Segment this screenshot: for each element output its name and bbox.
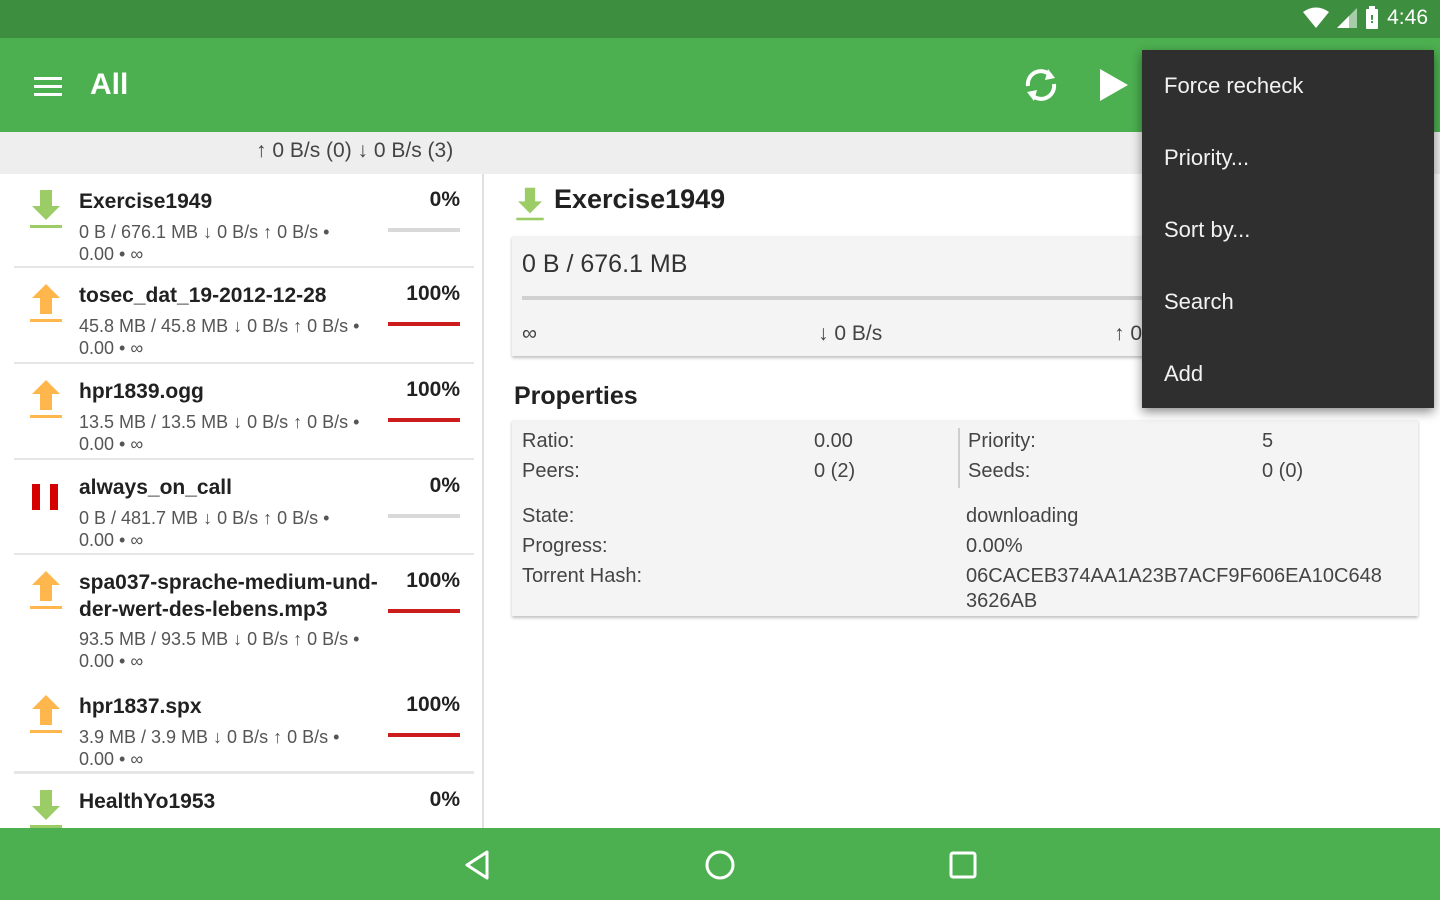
home-icon[interactable] bbox=[703, 848, 737, 882]
recents-icon[interactable] bbox=[946, 848, 980, 882]
state-label: State: bbox=[522, 505, 575, 527]
status-bar: ! 4:46 bbox=[0, 0, 1440, 38]
detail-title: Exercise1949 bbox=[554, 184, 726, 214]
torrent-transfer-info: 13.5 MB / 13.5 MB ↓ 0 B/s ↑ 0 B/s • bbox=[79, 412, 360, 432]
torrent-name: always_on_call bbox=[79, 476, 232, 499]
detail-size: 0 B / 676.1 MB bbox=[522, 250, 688, 278]
torrent-ratio-eta: 0.00 • ∞ bbox=[79, 434, 144, 454]
signal-icon bbox=[1337, 8, 1358, 28]
menu-item-priority[interactable]: Priority... bbox=[1142, 122, 1434, 194]
torrent-percent: 100% bbox=[406, 693, 460, 716]
hamburger-menu-icon[interactable] bbox=[28, 68, 68, 104]
torrent-progress-bar bbox=[388, 514, 460, 518]
hash-label: Torrent Hash: bbox=[522, 565, 643, 587]
torrent-list: Exercise1949 0% 0 B / 676.1 MB ↓ 0 B/s ↑… bbox=[0, 174, 484, 828]
ratio-label: Ratio: bbox=[522, 430, 575, 452]
speed-summary-text: ↑ 0 B/s (0) ↓ 0 B/s (3) bbox=[256, 139, 454, 162]
torrent-progress-bar bbox=[388, 418, 460, 422]
download-arrow-icon bbox=[516, 187, 544, 221]
priority-label: Priority: bbox=[968, 430, 1036, 452]
torrent-progress-bar bbox=[388, 322, 460, 326]
upload-arrow-icon bbox=[30, 380, 62, 418]
system-nav-bar bbox=[0, 828, 1440, 900]
torrent-transfer-info: 0 B / 676.1 MB ↓ 0 B/s ↑ 0 B/s • bbox=[79, 222, 330, 242]
torrent-progress-bar bbox=[388, 609, 460, 613]
download-arrow-icon bbox=[30, 790, 62, 828]
torrent-list-item[interactable]: HealthYo1953 0% bbox=[14, 774, 474, 828]
ratio-value: 0.00 bbox=[814, 430, 853, 452]
svg-text:!: ! bbox=[1370, 13, 1375, 26]
torrent-percent: 100% bbox=[406, 569, 460, 592]
progress-label: Progress: bbox=[522, 535, 608, 557]
back-icon[interactable] bbox=[461, 848, 495, 882]
torrent-name: tosec_dat_19-2012-12-28 bbox=[79, 284, 327, 307]
torrent-transfer-info: 3.9 MB / 3.9 MB ↓ 0 B/s ↑ 0 B/s • bbox=[79, 727, 340, 747]
wifi-icon bbox=[1303, 7, 1330, 28]
battery-icon: ! bbox=[1366, 6, 1379, 29]
torrent-percent: 100% bbox=[406, 378, 460, 401]
torrent-ratio-eta: 0.00 • ∞ bbox=[79, 651, 144, 671]
menu-item-add[interactable]: Add bbox=[1142, 338, 1434, 410]
torrent-percent: 100% bbox=[406, 282, 460, 305]
seeds-value: 0 (0) bbox=[1262, 460, 1304, 482]
torrent-progress-bar bbox=[388, 228, 460, 232]
detail-download-speed: ↓ 0 B/s bbox=[818, 322, 883, 345]
progress-value: 0.00% bbox=[966, 535, 1023, 557]
torrent-ratio-eta: 0.00 • ∞ bbox=[79, 749, 144, 769]
pause-icon bbox=[32, 484, 58, 510]
torrent-transfer-info: 0 B / 481.7 MB ↓ 0 B/s ↑ 0 B/s • bbox=[79, 508, 330, 528]
download-arrow-icon bbox=[30, 190, 62, 228]
torrent-transfer-info: 93.5 MB / 93.5 MB ↓ 0 B/s ↑ 0 B/s • bbox=[79, 629, 360, 649]
hash-value-line2: 3626AB bbox=[966, 590, 1038, 612]
upload-arrow-icon bbox=[30, 695, 62, 733]
upload-arrow-icon bbox=[30, 571, 62, 609]
state-value: downloading bbox=[966, 505, 1079, 527]
torrent-percent: 0% bbox=[429, 474, 460, 497]
torrent-ratio-eta: 0.00 • ∞ bbox=[79, 530, 144, 550]
upload-arrow-icon bbox=[30, 284, 62, 322]
properties-heading: Properties bbox=[514, 382, 638, 410]
refresh-icon[interactable] bbox=[1020, 64, 1062, 106]
toolbar-title: All bbox=[90, 68, 129, 101]
torrent-list-item[interactable]: hpr1839.ogg 100% 13.5 MB / 13.5 MB ↓ 0 B… bbox=[14, 364, 474, 460]
column-divider bbox=[958, 428, 960, 488]
torrent-transfer-info: 45.8 MB / 45.8 MB ↓ 0 B/s ↑ 0 B/s • bbox=[79, 316, 360, 336]
torrent-name: hpr1837.spx bbox=[79, 695, 202, 718]
torrent-progress-bar bbox=[388, 733, 460, 737]
torrent-list-item[interactable]: always_on_call 0% 0 B / 481.7 MB ↓ 0 B/s… bbox=[14, 460, 474, 555]
play-icon[interactable] bbox=[1094, 66, 1132, 104]
torrent-percent: 0% bbox=[429, 188, 460, 211]
torrent-name: hpr1839.ogg bbox=[79, 380, 204, 403]
seeds-label: Seeds: bbox=[968, 460, 1031, 482]
priority-value: 5 bbox=[1262, 430, 1274, 452]
menu-item-sort-by[interactable]: Sort by... bbox=[1142, 194, 1434, 266]
peers-label: Peers: bbox=[522, 460, 580, 482]
detail-eta: ∞ bbox=[522, 322, 537, 345]
detail-upload-speed: ↑ 0 bbox=[1114, 322, 1143, 345]
status-icons: ! 4:46 bbox=[1303, 6, 1428, 30]
properties-card: Ratio: 0.00 Peers: 0 (2) Priority: 5 See… bbox=[512, 420, 1418, 616]
torrent-name: spa037-sprache-medium-und-der-wert-des-l… bbox=[79, 571, 378, 621]
clock: 4:46 bbox=[1387, 6, 1428, 29]
peers-value: 0 (2) bbox=[814, 460, 856, 482]
torrent-list-item[interactable]: hpr1837.spx 100% 3.9 MB / 3.9 MB ↓ 0 B/s… bbox=[14, 679, 474, 774]
torrent-name: Exercise1949 bbox=[79, 190, 213, 213]
menu-item-force-recheck[interactable]: Force recheck bbox=[1142, 50, 1434, 122]
overflow-menu: Force recheck Priority... Sort by... Sea… bbox=[1142, 50, 1434, 408]
torrent-ratio-eta: 0.00 • ∞ bbox=[79, 338, 144, 358]
hash-value-line1: 06CACEB374AA1A23B7ACF9F606EA10C648 bbox=[966, 565, 1382, 587]
menu-item-search[interactable]: Search bbox=[1142, 266, 1434, 338]
torrent-name: HealthYo1953 bbox=[79, 790, 216, 813]
torrent-list-item[interactable]: tosec_dat_19-2012-12-28 100% 45.8 MB / 4… bbox=[14, 268, 474, 364]
torrent-list-item[interactable]: Exercise1949 0% 0 B / 676.1 MB ↓ 0 B/s ↑… bbox=[14, 174, 474, 268]
torrent-ratio-eta: 0.00 • ∞ bbox=[79, 244, 144, 264]
torrent-percent: 0% bbox=[429, 788, 460, 811]
